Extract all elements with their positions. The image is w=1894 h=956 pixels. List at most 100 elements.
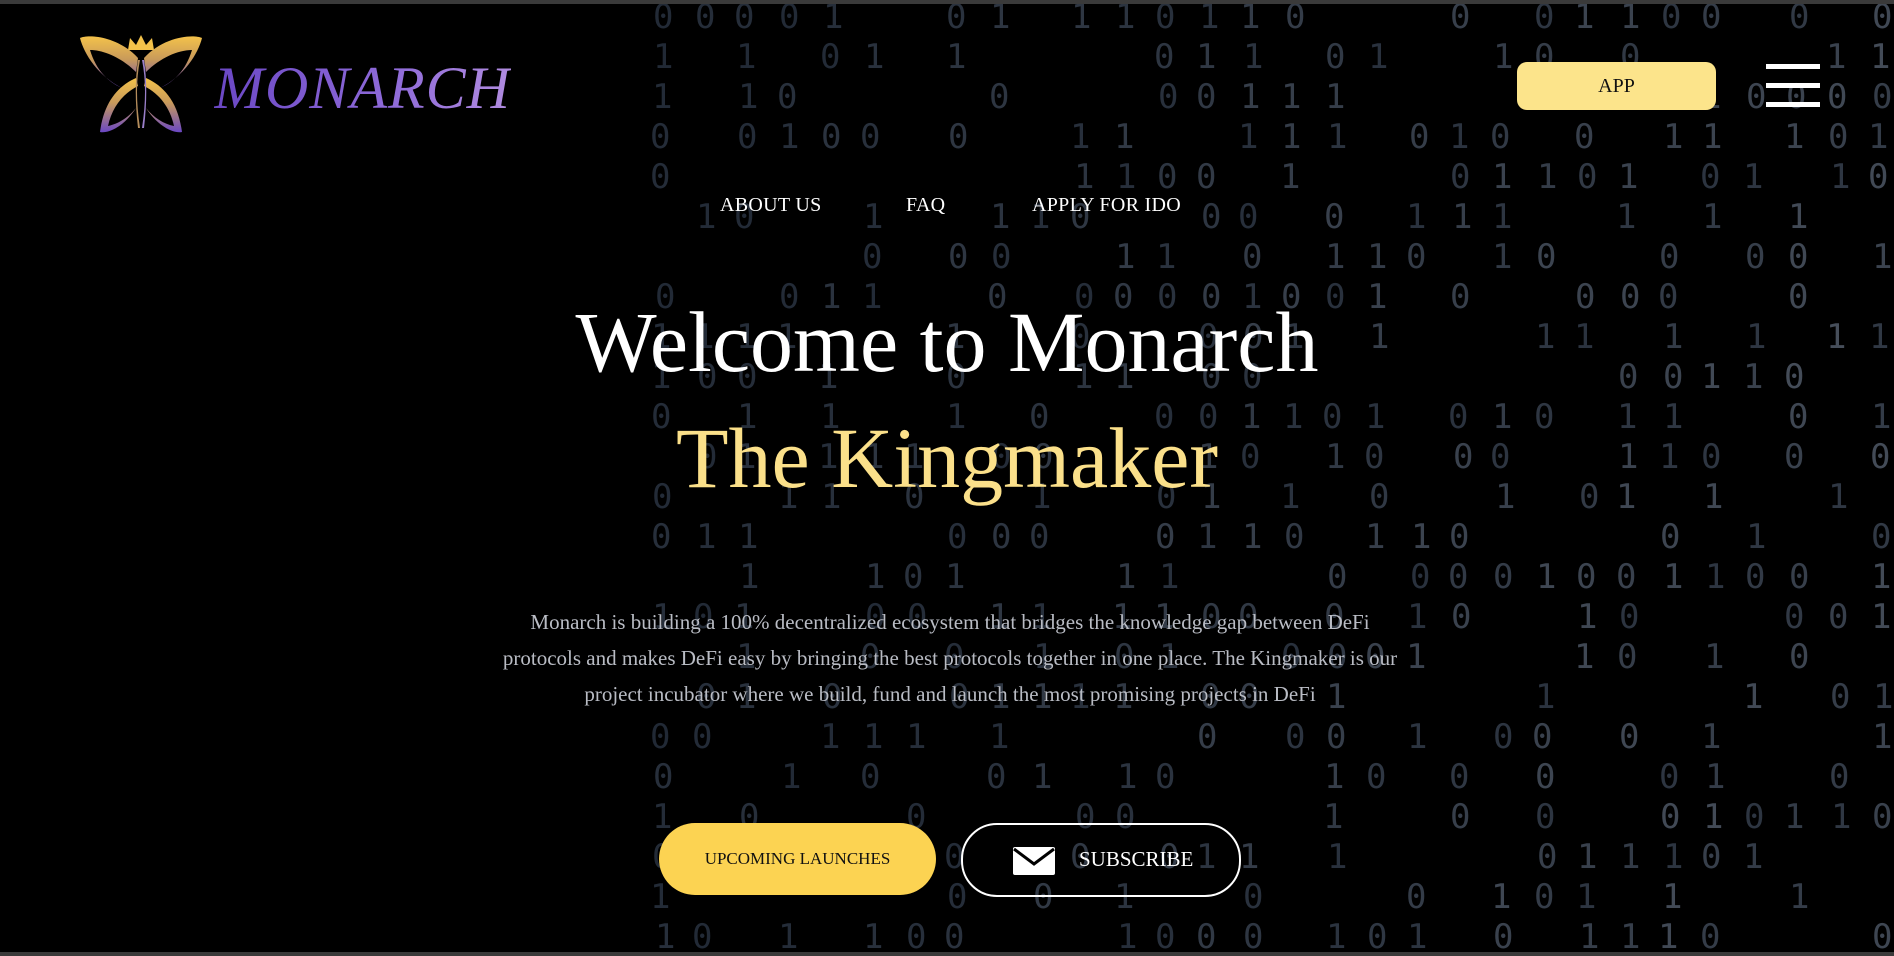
binary-digit: 1 [1327,837,1347,877]
binary-digit: 0 [1029,517,1049,557]
binary-digit: 0 [1242,237,1262,277]
binary-digit: 0 [1872,797,1892,837]
binary-digit: 0 [1537,837,1557,877]
binary-digit: 0 [737,117,757,157]
binary-digit: 1 [1870,37,1890,77]
binary-digit: 0 [1406,877,1426,917]
binary-digit: 1 [1115,0,1135,37]
hamburger-menu-icon[interactable] [1766,64,1820,108]
binary-digit: 1 [1873,677,1893,717]
binary-digit: 1 [1871,557,1891,597]
nav-item-apply-for-ido[interactable]: APPLY FOR IDO [1032,194,1181,217]
binary-digit: 0 [1158,77,1178,117]
binary-digit: 1 [990,0,1010,37]
binary-digit: 0 [653,0,673,37]
binary-digit: 0 [1155,757,1175,797]
binary-digit: 1 [1325,237,1345,277]
binary-digit: 1 [736,37,756,77]
binary-digit: 1 [779,117,799,157]
binary-digit: 1 [1407,597,1427,637]
binary-digit: 0 [1700,917,1720,956]
binary-digit: 0 [1243,877,1263,917]
binary-digit: 0 [653,757,673,797]
binary-digit: 1 [1831,797,1851,837]
binary-digit: 0 [1406,237,1426,277]
binary-digit: 1 [863,917,883,956]
binary-digit: 0 [1284,517,1304,557]
binary-digit: 0 [1701,0,1721,37]
binary-digit: 1 [1493,37,1513,77]
binary-digit: 1 [1243,37,1263,77]
binary-digit: 0 [862,237,882,277]
binary-digit: 1 [1070,117,1090,157]
binary-digit: 1 [1197,517,1217,557]
binary-digit: 0 [1746,77,1766,117]
binary-digit: 1 [1368,37,1388,77]
brand-logo[interactable]: MONARCH [78,32,510,144]
landing-page: 0110001100010010110110010000011001011111… [0,0,1894,956]
binary-digit: 0 [692,717,712,757]
binary-digit: 1 [1115,237,1135,277]
binary-digit: 0 [777,77,797,117]
binary-digit: 1 [1576,877,1596,917]
binary-digit: 0 [1155,517,1175,557]
binary-digit: 1 [1491,877,1511,917]
binary-digit: 0 [1789,557,1809,597]
binary-digit: 0 [1872,77,1892,117]
binary-digit: 0 [651,517,671,557]
binary-digit: 0 [1872,917,1892,956]
binary-digit: 0 [779,0,799,37]
binary-digit: 1 [1406,637,1426,677]
binary-digit: 1 [1325,77,1345,117]
binary-digit: 0 [1659,237,1679,277]
binary-digit: 1 [1492,157,1512,197]
binary-digit: 1 [1280,157,1300,197]
binary-digit: 0 [1285,717,1305,757]
binary-digit: 1 [1117,917,1137,956]
binary-digit: 0 [695,0,715,37]
butterfly-crown-icon [80,35,202,133]
binary-digit: 1 [655,917,675,956]
binary-digit: 0 [1367,917,1387,956]
binary-digit: 1 [1663,557,1683,597]
binary-digit: 1 [1537,157,1557,197]
subscribe-button[interactable]: SUBSCRIBE [961,823,1241,897]
binary-digit: 0 [1493,917,1513,956]
binary-digit: 0 [1789,0,1809,37]
binary-digit: 1 [865,557,885,597]
binary-digit: 0 [1788,237,1808,277]
nav-item-faq[interactable]: FAQ [906,194,945,217]
binary-digit: 1 [863,717,883,757]
binary-digit: 1 [1114,117,1134,157]
binary-digit: 0 [1619,717,1639,757]
binary-digit: 1 [1159,557,1179,597]
binary-digit: 0 [948,117,968,157]
binary-digit: 0 [650,157,670,197]
binary-digit: 0 [1829,757,1849,797]
binary-digit: 0 [946,0,966,37]
binary-digit: 0 [903,557,923,597]
nav-item-about-us[interactable]: ABOUT US [720,194,822,217]
binary-digit: 0 [820,37,840,77]
binary-digit: 1 [1702,117,1722,157]
envelope-icon [1013,847,1055,875]
app-button[interactable]: APP [1517,62,1716,110]
binary-digit: 0 [1574,117,1594,157]
binary-digit: 1 [1703,797,1723,837]
upcoming-launches-button[interactable]: UPCOMING LAUNCHES [659,823,936,895]
binary-digit: 0 [1535,797,1555,837]
binary-digit: 1 [1743,157,1763,197]
binary-digit: 1 [1117,757,1137,797]
binary-digit: 1 [653,37,673,77]
window-bottom-border [0,952,1894,956]
binary-digit: 1 [1365,517,1385,557]
binary-digit: 1 [1327,117,1347,157]
binary-digit: 1 [1784,797,1804,837]
binary-digit: 0 [1619,597,1639,637]
binary-digit: 0 [734,0,754,37]
binary-digit: 0 [1410,557,1430,597]
binary-digit: 0 [1745,237,1765,277]
binary-digit: 1 [1116,557,1136,597]
binary-digit: 1 [1407,917,1427,956]
binary-digit: 0 [944,917,964,956]
